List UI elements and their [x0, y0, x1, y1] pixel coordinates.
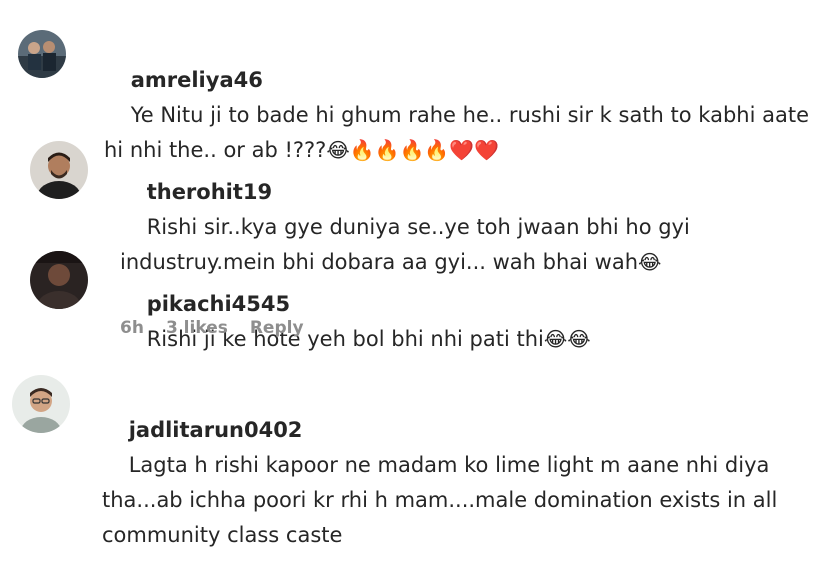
avatar[interactable] [18, 30, 66, 78]
username[interactable]: amreliya46 [131, 68, 263, 92]
avatar[interactable] [12, 375, 70, 433]
comment-time: 6h [120, 318, 144, 338]
avatar[interactable] [30, 141, 88, 199]
username[interactable]: pikachi4545 [147, 292, 290, 316]
emoji-reaction: 😂😂 [543, 327, 591, 351]
username[interactable]: therohit19 [147, 180, 272, 204]
comment-text: Lagta h rishi kapoor ne madam ko lime li… [102, 453, 784, 547]
username[interactable]: jadlitarun0402 [129, 418, 303, 442]
avatar[interactable] [30, 251, 88, 309]
likes-count[interactable]: 3 likes [166, 318, 228, 338]
reply-button[interactable]: Reply [250, 318, 304, 338]
comment-meta: 6h 3 likes Reply [120, 318, 304, 338]
comment-text-block: jadlitarun0402 Lagta h rishi kapoor ne m… [102, 378, 826, 588]
